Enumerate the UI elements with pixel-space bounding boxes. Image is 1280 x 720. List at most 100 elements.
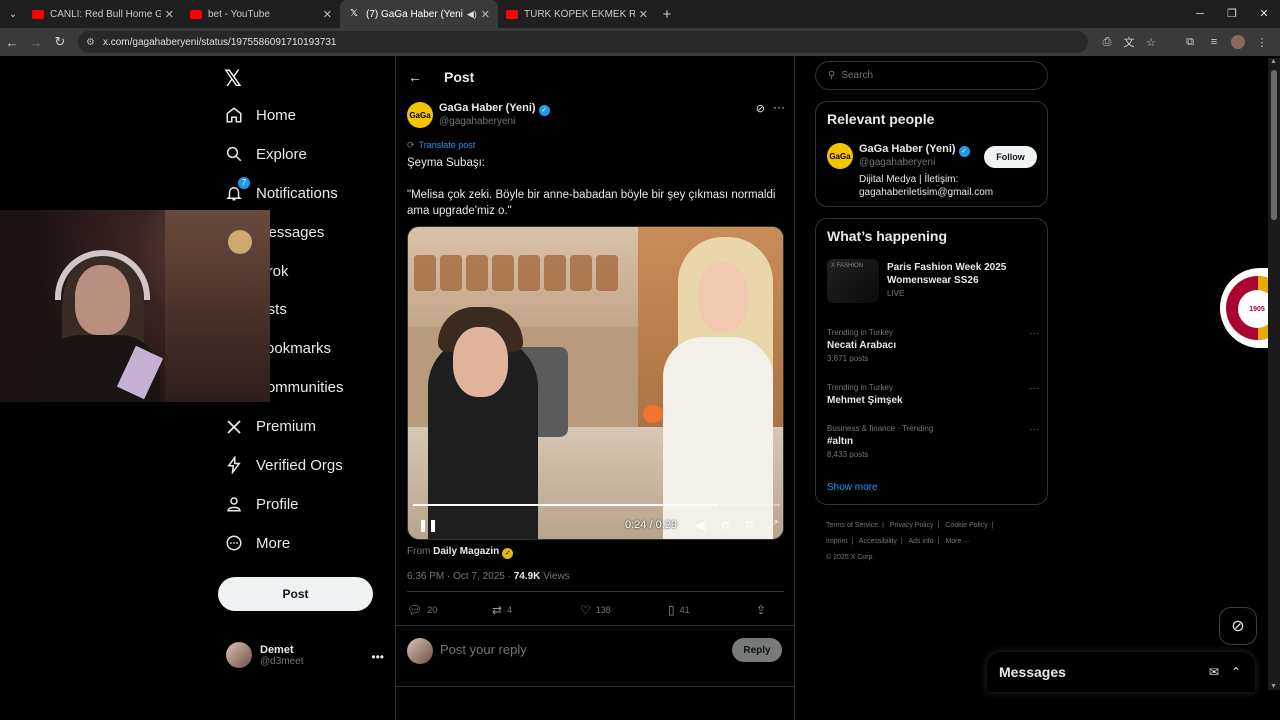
relevant-bio: Dijital Medya | İletişim: gagahaberileti… xyxy=(859,174,994,198)
nav-item-verified-orgs[interactable]: Verified Orgs xyxy=(224,446,344,485)
more-options-icon[interactable]: ··· xyxy=(773,100,785,114)
install-icon[interactable]: ⎙ xyxy=(1096,36,1118,49)
nav-item-premium[interactable]: Premium xyxy=(224,407,344,446)
search-icon: ⚲ xyxy=(828,70,836,81)
video-time: 0:24 / 0:29 xyxy=(625,519,677,531)
relevant-handle[interactable]: @gagahaberyeni xyxy=(859,157,935,168)
like-action[interactable]: ♡ 138 xyxy=(580,601,668,619)
trend-item[interactable]: Trending in Turkey Necati Arabacı 3,871 … xyxy=(827,328,1039,363)
nav-item-notifications[interactable]: 7 Notifications xyxy=(224,174,344,213)
expand-icon[interactable]: ⌃ xyxy=(1231,665,1241,679)
show-more-link[interactable]: Show more xyxy=(827,482,878,493)
scroll-up-icon[interactable]: ▲ xyxy=(1270,58,1277,65)
scrollbar[interactable]: ▲ ▼ xyxy=(1268,58,1280,690)
more-dots-icon[interactable]: ··· xyxy=(1029,328,1039,339)
reply-input[interactable]: Post your reply xyxy=(440,642,527,657)
trend-item[interactable]: Trending in Turkey Mehmet Şimşek ··· xyxy=(827,383,1039,406)
follow-button[interactable]: Follow xyxy=(984,146,1037,168)
trend-posts: 8,433 posts xyxy=(827,450,869,459)
tab-search-button[interactable]: ⌄ xyxy=(2,3,24,25)
profile-avatar[interactable] xyxy=(1231,35,1245,49)
trend-item[interactable]: Business & finance · Trending #altın 8,4… xyxy=(827,424,1039,459)
search-icon xyxy=(224,144,244,164)
reply-action[interactable]: 💬︎ 20 xyxy=(407,601,492,619)
browser-tab[interactable]: CANLI: Red Bull Home Ground ✕ xyxy=(24,0,182,28)
nav-item-home[interactable]: Home xyxy=(224,96,344,135)
author-avatar[interactable]: GaGa xyxy=(827,143,853,169)
translate-post-link[interactable]: ⟳ Translate post xyxy=(407,140,475,151)
close-window-icon[interactable]: ✕ xyxy=(1248,0,1280,28)
live-event-title[interactable]: Paris Fashion Week 2025 Womenswear SS26 xyxy=(887,261,1042,287)
more-dots-icon[interactable]: ··· xyxy=(1029,383,1039,394)
back-arrow-icon[interactable]: ← xyxy=(396,69,430,85)
timestamp[interactable]: 6:36 PM · Oct 7, 2025 · xyxy=(407,571,514,582)
author-handle[interactable]: @gagahaberyeni xyxy=(439,116,515,127)
share-action[interactable]: ⇪ xyxy=(756,601,771,619)
window-controls: ─ ❐ ✕ xyxy=(1184,0,1280,28)
site-info-icon[interactable]: ⚙ xyxy=(86,37,95,48)
media-icon[interactable]: ≡ xyxy=(1202,36,1226,48)
footer-link[interactable]: Ads info xyxy=(908,538,933,545)
new-tab-button[interactable]: + xyxy=(656,6,678,23)
close-icon[interactable]: ✕ xyxy=(481,8,490,21)
repost-action[interactable]: ⇄ 4 xyxy=(492,601,580,619)
views-count: 74.9K xyxy=(513,571,541,582)
live-event-thumbnail[interactable]: X FASHION xyxy=(827,259,879,303)
footer-link[interactable]: More ··· xyxy=(945,538,970,545)
minimize-icon[interactable]: ─ xyxy=(1184,0,1216,28)
menu-icon[interactable]: ⋮ xyxy=(1250,36,1274,49)
close-icon[interactable]: ✕ xyxy=(323,8,332,21)
extensions-icon[interactable]: ⧉ xyxy=(1178,36,1202,49)
browser-tab[interactable]: TÜRK KÖPEK EKMEK REİS'İ NAS ✕ xyxy=(498,0,656,28)
close-icon[interactable]: ✕ xyxy=(639,8,648,21)
reload-icon[interactable]: ↻ xyxy=(48,34,72,50)
relevant-name: GaGa Haber (Yeni) xyxy=(859,143,956,155)
speaker-icon[interactable]: ◀) xyxy=(467,9,477,20)
post-button[interactable]: Post xyxy=(218,577,373,611)
footer-link[interactable]: Imprint xyxy=(826,538,847,545)
from-source-link[interactable]: Daily Magazin xyxy=(433,546,499,557)
volume-icon[interactable]: ◀) xyxy=(689,519,713,532)
scroll-thumb[interactable] xyxy=(1271,70,1277,220)
verified-badge-icon: ✓ xyxy=(958,146,970,157)
x-logo-icon[interactable]: 𝕏 xyxy=(224,66,242,92)
messages-drawer[interactable]: Messages ✉ ⌃ xyxy=(987,652,1255,692)
bookmark-action[interactable]: ▯ 41 xyxy=(668,601,756,619)
scroll-down-icon[interactable]: ▼ xyxy=(1270,683,1277,690)
footer-link[interactable]: Privacy Policy xyxy=(890,522,934,529)
more-dots-icon[interactable]: ••• xyxy=(371,650,384,664)
author-avatar[interactable]: GaGa xyxy=(407,102,433,128)
forward-icon[interactable]: → xyxy=(24,35,48,50)
star-icon[interactable]: ☆ xyxy=(1140,36,1162,49)
restore-icon[interactable]: ❐ xyxy=(1216,0,1248,28)
picture-in-picture-icon[interactable]: ⧉ xyxy=(737,519,761,532)
trend-name: Mehmet Şimşek xyxy=(827,395,903,406)
new-message-icon[interactable]: ✉ xyxy=(1209,665,1219,679)
fullscreen-icon[interactable]: ⤢ xyxy=(761,519,783,532)
more-dots-icon[interactable]: ··· xyxy=(1029,424,1039,435)
address-bar[interactable]: ⚙ x.com/gagahaberyeni/status/19755860917… xyxy=(78,31,1088,53)
footer-link[interactable]: Accessibility xyxy=(859,538,897,545)
account-switcher[interactable]: Demet @d3meet ••• xyxy=(226,642,384,668)
grok-floating-button[interactable]: ⊘ xyxy=(1219,607,1257,645)
grok-explain-icon[interactable]: ⊘ xyxy=(756,102,765,115)
video-player[interactable]: ❚❚ 0:24 / 0:29 ◀) ⚙ ⧉ ⤢ xyxy=(407,226,784,540)
nav-item-more[interactable]: More xyxy=(224,524,344,563)
footer-link[interactable]: Cookie Policy xyxy=(945,522,987,529)
back-icon[interactable]: ← xyxy=(0,35,24,50)
close-icon[interactable]: ✕ xyxy=(165,8,174,21)
relevant-name-row[interactable]: GaGa Haber (Yeni) ✓ xyxy=(859,143,970,157)
author-name-row[interactable]: GaGa Haber (Yeni) ✓ xyxy=(439,102,550,116)
settings-gear-icon[interactable]: ⚙ xyxy=(713,519,737,532)
nav-item-profile[interactable]: Profile xyxy=(224,485,344,524)
youtube-icon xyxy=(190,9,202,19)
browser-tab-active[interactable]: 𝕏 (7) GaGa Haber (Yeni) on X: ◀) ✕ xyxy=(340,0,498,28)
nav-item-explore[interactable]: Explore xyxy=(224,135,344,174)
browser-tab[interactable]: bet - YouTube ✕ xyxy=(182,0,340,28)
pause-icon[interactable]: ❚❚ xyxy=(418,518,438,532)
video-progress-bar[interactable] xyxy=(413,504,780,506)
search-input[interactable]: ⚲ Search xyxy=(815,61,1048,90)
footer-link[interactable]: Terms of Service xyxy=(826,522,878,529)
reply-button[interactable]: Reply xyxy=(732,638,782,662)
translate-icon[interactable]: 文 xyxy=(1118,34,1140,50)
